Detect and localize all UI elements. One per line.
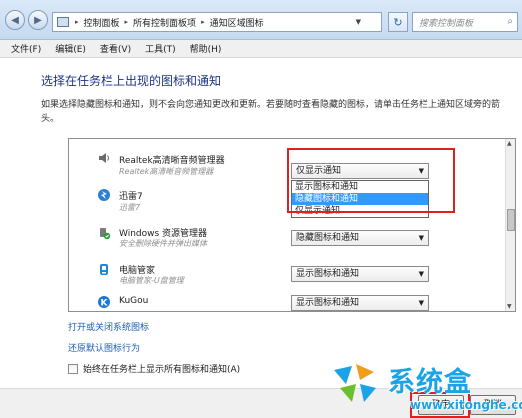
chevron-down-icon[interactable]: ▼ bbox=[419, 231, 424, 245]
speaker-icon bbox=[97, 151, 111, 165]
toggle-system-icons-link[interactable]: 打开或关闭系统图标 bbox=[68, 320, 149, 333]
search-placeholder: 搜索控制面板 bbox=[419, 18, 474, 29]
highlight-frame-dropdown bbox=[287, 148, 455, 213]
refresh-button[interactable]: ↻ bbox=[388, 12, 408, 32]
behavior-select[interactable]: 显示图标和通知 ▼ bbox=[291, 266, 429, 282]
back-button[interactable]: ◀ bbox=[5, 10, 25, 30]
usb-eject-icon bbox=[97, 226, 111, 240]
breadcrumb[interactable]: ▸ 控制面板 ▸ 所有控制面板项 ▸ 通知区域图标 ▼ bbox=[52, 12, 382, 32]
page-title: 选择在任务栏上出现的图标和通知 bbox=[41, 74, 222, 88]
item-subtitle: 安全删除硬件并弹出媒体 bbox=[119, 239, 207, 248]
list-item: K KuGou 显示图标和通知 ▼ bbox=[69, 293, 507, 311]
behavior-select[interactable]: 隐藏图标和通知 ▼ bbox=[291, 230, 429, 246]
menu-view[interactable]: 查看(V) bbox=[93, 42, 138, 55]
cancel-button[interactable]: 取消 bbox=[470, 395, 516, 415]
search-input[interactable]: 搜索控制面板 ⌕ bbox=[412, 12, 518, 32]
list-scrollbar[interactable]: ▲ ▼ bbox=[505, 139, 515, 311]
item-subtitle: Realtek高清晰音频管理器 bbox=[119, 167, 214, 176]
always-show-label: 始终在任务栏上显示所有图标和通知(A) bbox=[83, 365, 241, 375]
kugou-icon: K bbox=[97, 295, 111, 309]
menu-file[interactable]: 文件(F) bbox=[4, 42, 48, 55]
breadcrumb-separator[interactable]: ▸ bbox=[75, 18, 79, 26]
list-item: 电脑管家 电脑管家-U盘管理 显示图标和通知 ▼ bbox=[69, 259, 507, 297]
menu-help[interactable]: 帮助(H) bbox=[183, 42, 229, 55]
item-subtitle: 迅雷7 bbox=[119, 203, 141, 212]
forward-button[interactable]: ▶ bbox=[28, 10, 48, 30]
behavior-select-value: 显示图标和通知 bbox=[296, 298, 360, 308]
item-name: KuGou bbox=[119, 296, 149, 306]
restore-defaults-link[interactable]: 还原默认图标行为 bbox=[68, 341, 140, 354]
thunder-icon bbox=[97, 188, 111, 202]
breadcrumb-all-items[interactable]: 所有控制面板项 bbox=[133, 16, 196, 29]
behavior-select-value: 显示图标和通知 bbox=[296, 269, 360, 279]
breadcrumb-separator[interactable]: ▸ bbox=[125, 18, 129, 26]
control-panel-icon bbox=[57, 17, 69, 27]
menu-bar: 文件(F) 编辑(E) 查看(V) 工具(T) 帮助(H) bbox=[0, 40, 522, 58]
search-icon[interactable]: ⌕ bbox=[507, 16, 513, 27]
address-bar: ◀ ▶ ▸ 控制面板 ▸ 所有控制面板项 ▸ 通知区域图标 ▼ ↻ 搜索控制面板… bbox=[0, 0, 522, 40]
breadcrumb-control-panel[interactable]: 控制面板 bbox=[84, 16, 120, 29]
pc-manager-icon bbox=[97, 263, 111, 277]
page-description: 如果选择隐藏图标和通知，则不会向您通知更改和更新。若要随时查看隐藏的图标，请单击… bbox=[41, 100, 501, 124]
list-item: Windows 资源管理器 安全删除硬件并弹出媒体 隐藏图标和通知 ▼ bbox=[69, 221, 507, 259]
chevron-down-icon[interactable]: ▼ bbox=[356, 18, 361, 26]
item-name: Realtek高清晰音频管理器 bbox=[119, 156, 225, 166]
behavior-select[interactable]: 显示图标和通知 ▼ bbox=[291, 295, 429, 311]
item-name: 迅雷7 bbox=[119, 192, 143, 202]
scrollbar-thumb[interactable] bbox=[507, 209, 515, 231]
menu-edit[interactable]: 编辑(E) bbox=[48, 42, 93, 55]
highlight-frame-ok bbox=[410, 392, 470, 418]
scroll-down-icon[interactable]: ▼ bbox=[507, 303, 512, 310]
menu-tools[interactable]: 工具(T) bbox=[138, 42, 183, 55]
svg-text:K: K bbox=[101, 299, 109, 309]
behavior-select-value: 隐藏图标和通知 bbox=[296, 233, 360, 243]
item-subtitle: 电脑管家-U盘管理 bbox=[119, 276, 184, 285]
chevron-down-icon[interactable]: ▼ bbox=[419, 267, 424, 281]
breadcrumb-notification-icons[interactable]: 通知区域图标 bbox=[210, 16, 264, 29]
always-show-all-checkbox-row[interactable]: 始终在任务栏上显示所有图标和通知(A) bbox=[68, 362, 240, 375]
chevron-down-icon[interactable]: ▼ bbox=[419, 296, 424, 310]
always-show-checkbox[interactable] bbox=[68, 363, 78, 374]
scroll-up-icon[interactable]: ▲ bbox=[507, 140, 512, 147]
breadcrumb-separator[interactable]: ▸ bbox=[201, 18, 205, 26]
